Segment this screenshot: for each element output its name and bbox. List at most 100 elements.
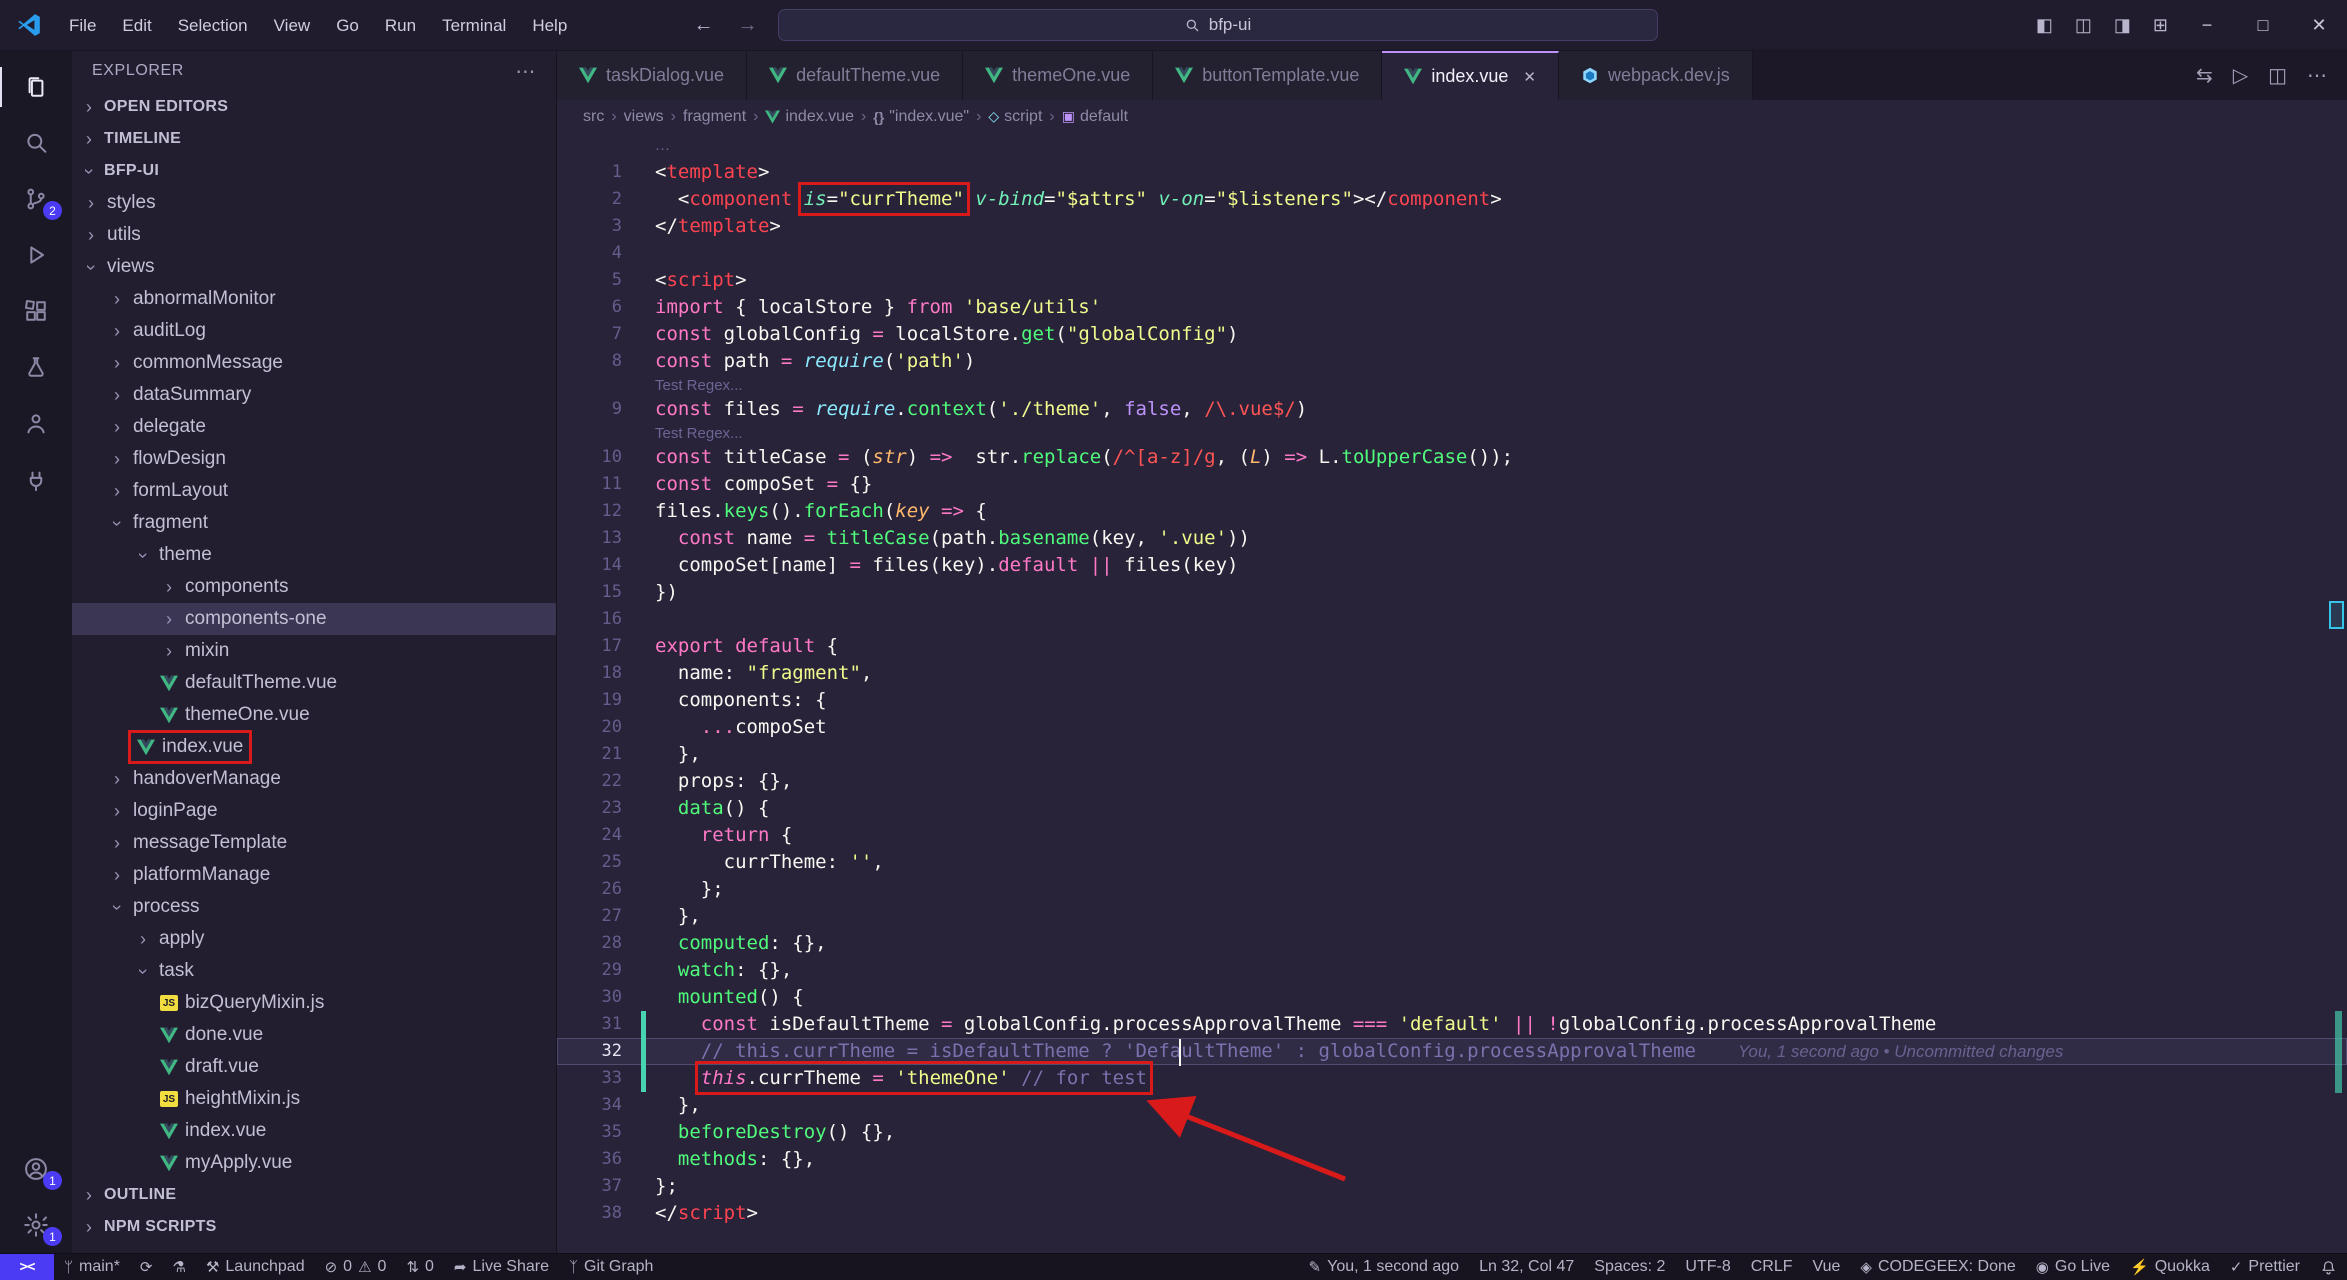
code-line-12[interactable]: 12 files.keys().forEach(key => {: [557, 498, 2347, 525]
code-line-18[interactable]: 18 name: "fragment",: [557, 660, 2347, 687]
tree-item-themeone-vue[interactable]: themeOne.vue: [72, 699, 556, 731]
code-line-4[interactable]: 4: [557, 240, 2347, 267]
status-cursor-position[interactable]: Ln 32, Col 47: [1469, 1254, 1584, 1280]
code-line-19[interactable]: 19 components: {: [557, 687, 2347, 714]
tab-webpack-dev-js[interactable]: webpack.dev.js: [1559, 51, 1753, 100]
tree-item-components[interactable]: › components: [72, 571, 556, 603]
activity-testing-icon[interactable]: [0, 339, 72, 395]
code-line-32[interactable]: 32 // this.currTheme = isDefaultTheme ? …: [557, 1038, 2347, 1065]
code-line-3[interactable]: 3 </template>: [557, 213, 2347, 240]
status-encoding[interactable]: UTF-8: [1675, 1254, 1740, 1280]
code-line-24[interactable]: 24 return {: [557, 822, 2347, 849]
activity-accounts-icon[interactable]: 1: [0, 1141, 72, 1197]
tab-defaulttheme-vue[interactable]: defaultTheme.vue: [747, 51, 964, 100]
minimize-button[interactable]: −: [2179, 0, 2235, 51]
code-line-31[interactable]: 31 const isDefaultTheme = globalConfig.p…: [557, 1011, 2347, 1038]
overview-ruler-mark[interactable]: [2329, 601, 2344, 629]
code-line-20[interactable]: 20 ...compoSet: [557, 714, 2347, 741]
code-line-38[interactable]: 38 </script>: [557, 1200, 2347, 1227]
tree-item-myapply-vue[interactable]: myApply.vue: [72, 1147, 556, 1179]
tree-item-index-vue[interactable]: index.vue: [72, 1115, 556, 1147]
tree-item-platformmanage[interactable]: › platformManage: [72, 859, 556, 891]
tree-item-styles[interactable]: › styles: [72, 187, 556, 219]
remote-indicator[interactable]: ><: [0, 1254, 54, 1280]
menu-edit[interactable]: Edit: [109, 0, 164, 51]
activity-codegeex-icon[interactable]: [0, 451, 72, 507]
code-line-21[interactable]: 21 },: [557, 741, 2347, 768]
activity-explorer-icon[interactable]: [0, 59, 72, 115]
code-line-7[interactable]: 7 const globalConfig = localStore.get("gl…: [557, 321, 2347, 348]
tab-index-vue[interactable]: index.vue ✕: [1382, 51, 1559, 100]
activity-search-icon[interactable]: [0, 115, 72, 171]
code-line-26[interactable]: 26 };: [557, 876, 2347, 903]
section-open-editors[interactable]: › OPEN EDITORS: [72, 91, 556, 123]
tree-item-done-vue[interactable]: done.vue: [72, 1019, 556, 1051]
tree-item-draft-vue[interactable]: draft.vue: [72, 1051, 556, 1083]
tree-item-apply[interactable]: › apply: [72, 923, 556, 955]
code-line-15[interactable]: 15}): [557, 579, 2347, 606]
breadcrumb-item--index-vue-[interactable]: {} "index.vue": [873, 108, 969, 126]
toggle-secondary-sidebar-icon[interactable]: ◨: [2103, 0, 2142, 51]
code-line-29[interactable]: 29 watch: {},: [557, 957, 2347, 984]
tree-item-components-one[interactable]: › components-one: [72, 603, 556, 635]
breadcrumb-item-views[interactable]: views: [624, 108, 664, 126]
tree-item-commonmessage[interactable]: › commonMessage: [72, 347, 556, 379]
status-ports[interactable]: ⇅ 0: [396, 1254, 443, 1280]
code-line-34[interactable]: 34 },: [557, 1092, 2347, 1119]
tree-item-delegate[interactable]: › delegate: [72, 411, 556, 443]
status-beaker[interactable]: ⚗: [163, 1254, 196, 1280]
code-line-37[interactable]: 37};: [557, 1173, 2347, 1200]
codelens[interactable]: ···: [557, 138, 2347, 159]
code-line-11[interactable]: 11 const compoSet = {}: [557, 471, 2347, 498]
menu-go[interactable]: Go: [323, 0, 372, 51]
command-center-search[interactable]: bfp-ui: [777, 9, 1658, 41]
tree-item-auditlog[interactable]: › auditLog: [72, 315, 556, 347]
activity-live-share-icon[interactable]: [0, 395, 72, 451]
tree-item-views[interactable]: › views: [72, 251, 556, 283]
code-line-35[interactable]: 35 beforeDestroy() {},: [557, 1119, 2347, 1146]
status-codegeex-status[interactable]: ◈ CODEGEEX: Done: [1850, 1254, 2025, 1280]
section-timeline[interactable]: › TIMELINE: [72, 123, 556, 155]
code-line-25[interactable]: 25 currTheme: '',: [557, 849, 2347, 876]
close-button[interactable]: ✕: [2291, 0, 2347, 51]
breadcrumb-item-default[interactable]: ▣ default: [1062, 108, 1128, 126]
code-line-23[interactable]: 23 data() {: [557, 795, 2347, 822]
toggle-panel-icon[interactable]: ◫: [2064, 0, 2103, 51]
breadcrumb-item-src[interactable]: src: [583, 108, 604, 126]
code-line-10[interactable]: 10 const titleCase = (str) => str.replace…: [557, 444, 2347, 471]
code-line-30[interactable]: 30 mounted() {: [557, 984, 2347, 1011]
tree-item-messagetemplate[interactable]: › messageTemplate: [72, 827, 556, 859]
tree-item-heightmixin-js[interactable]: JS heightMixin.js: [72, 1083, 556, 1115]
code-line-1[interactable]: 1 <template>: [557, 159, 2347, 186]
forward-icon[interactable]: →: [734, 14, 762, 37]
code-line-16[interactable]: 16: [557, 606, 2347, 633]
code-line-14[interactable]: 14 compoSet[name] = files(key).default |…: [557, 552, 2347, 579]
tree-item-utils[interactable]: › utils: [72, 219, 556, 251]
activity-source-control-icon[interactable]: 2: [0, 171, 72, 227]
tree-item-handovermanage[interactable]: › handoverManage: [72, 763, 556, 795]
status-blame-info[interactable]: ✎ You, 1 second ago: [1299, 1254, 1470, 1280]
menu-help[interactable]: Help: [519, 0, 580, 51]
menu-selection[interactable]: Selection: [165, 0, 261, 51]
activity-run-debug-icon[interactable]: [0, 227, 72, 283]
code-line-22[interactable]: 22 props: {},: [557, 768, 2347, 795]
tree-item-datasummary[interactable]: › dataSummary: [72, 379, 556, 411]
tree-item-fragment[interactable]: › fragment: [72, 507, 556, 539]
tree-item-task[interactable]: › task: [72, 955, 556, 987]
customize-layout-icon[interactable]: ⊞: [2142, 0, 2179, 51]
menu-terminal[interactable]: Terminal: [429, 0, 519, 51]
status-git-graph[interactable]: ᛉ Git Graph: [559, 1254, 663, 1280]
code-line-28[interactable]: 28 computed: {},: [557, 930, 2347, 957]
status-language-mode[interactable]: Vue: [1803, 1254, 1851, 1280]
codelens[interactable]: Test Regex...: [557, 375, 2347, 396]
activity-extensions-icon[interactable]: [0, 283, 72, 339]
section-npm-scripts[interactable]: › NPM SCRIPTS: [72, 1211, 556, 1243]
tree-item-bizquerymixin-js[interactable]: JS bizQueryMixin.js: [72, 987, 556, 1019]
toggle-sidebar-icon[interactable]: ◧: [2025, 0, 2064, 51]
breadcrumb-item-index-vue[interactable]: index.vue: [765, 108, 854, 126]
tree-item-loginpage[interactable]: › loginPage: [72, 795, 556, 827]
code-line-9[interactable]: 9 const files = require.context('./theme'…: [557, 396, 2347, 423]
code-line-6[interactable]: 6 import { localStore } from 'base/utils': [557, 294, 2347, 321]
status-launchpad[interactable]: ⚒ Launchpad: [196, 1254, 315, 1280]
overview-ruler-modified-mark[interactable]: [2335, 1011, 2342, 1093]
